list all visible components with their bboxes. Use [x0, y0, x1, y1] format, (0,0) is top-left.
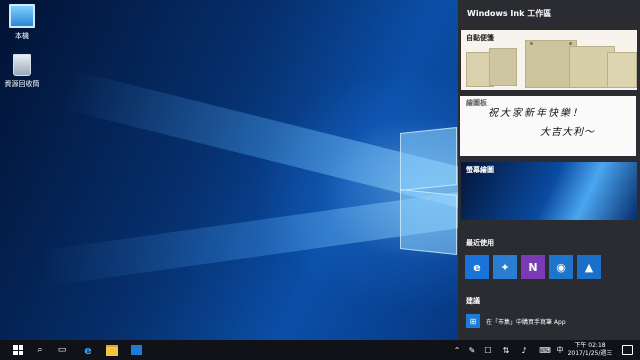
- desktop-icon-label: 資源回收筒: [4, 80, 40, 88]
- camera-icon[interactable]: ◉: [549, 255, 573, 279]
- recent-label: 最近使用: [466, 239, 494, 247]
- sticky-note: [489, 48, 517, 86]
- touch-keyboard-icon[interactable]: ☐: [482, 340, 494, 360]
- store-icon: ⊞: [466, 314, 480, 328]
- computer-icon: [9, 4, 35, 28]
- suggestions-label: 建議: [466, 297, 480, 305]
- onenote-icon[interactable]: N: [521, 255, 545, 279]
- clock-date: 2017/1/25/週三: [567, 350, 613, 357]
- edge-taskbar-icon[interactable]: e: [76, 340, 100, 360]
- network-icon[interactable]: ⇅: [500, 340, 512, 360]
- search-icon[interactable]: ⌕: [28, 340, 52, 360]
- panel-title: Windows Ink 工作區: [467, 9, 552, 18]
- show-hidden-icons-chevron-icon[interactable]: ⌃: [452, 340, 462, 360]
- clock-time: 下午 02:18: [574, 342, 606, 349]
- start-button[interactable]: [6, 340, 30, 360]
- keyboard-icon[interactable]: ⌨: [538, 340, 552, 360]
- taskbar: ⌕ ▭ e ⌃ ✎ ☐ ⇅ ♪ ⌨ 中 下午 02:18 2017/1/25/週…: [0, 340, 640, 360]
- screen-sketch-tile[interactable]: 螢幕繪圖: [461, 162, 637, 220]
- file-explorer-icon[interactable]: [100, 340, 124, 360]
- sketchpad-tile[interactable]: 繪圖板 祝大家新年快樂！ 大吉大利～: [460, 96, 636, 156]
- sketch-handwriting: 大吉大利～: [540, 127, 595, 138]
- task-view-icon[interactable]: ▭: [50, 340, 74, 360]
- suggestion-text: 在「市集」中購買手寫筆 App: [486, 318, 566, 326]
- windows-ink-pen-icon[interactable]: ✎: [466, 340, 478, 360]
- volume-icon[interactable]: ♪: [518, 340, 530, 360]
- clock[interactable]: 下午 02:18 2017/1/25/週三: [565, 342, 615, 358]
- sticky-note: [607, 52, 637, 88]
- store-taskbar-icon[interactable]: [124, 340, 148, 360]
- windows-logo-icon: [13, 345, 23, 355]
- edge-icon[interactable]: e: [465, 255, 489, 279]
- desktop-icon-recycle-bin[interactable]: 資源回收筒: [0, 54, 44, 89]
- sticky-notes-label: 自黏便箋: [466, 34, 494, 42]
- screen-sketch-label: 螢幕繪圖: [466, 166, 494, 174]
- recycle-bin-icon: [13, 54, 31, 76]
- photos-icon[interactable]: ▲: [577, 255, 601, 279]
- sketch-handwriting: 祝大家新年快樂！: [488, 108, 584, 119]
- store-suggestion-link[interactable]: ⊞ 在「市集」中購買手寫筆 App: [466, 314, 566, 328]
- sketchpad-label: 繪圖板: [466, 99, 487, 107]
- desktop-icon-label: 本機: [15, 32, 29, 40]
- action-center-icon[interactable]: [620, 340, 634, 360]
- wallpaper-windows-logo: [380, 120, 460, 260]
- desktop-icon-this-pc[interactable]: 本機: [0, 4, 44, 41]
- ime-indicator[interactable]: 中: [555, 340, 565, 360]
- maps-icon[interactable]: ✦: [493, 255, 517, 279]
- windows-ink-workspace-panel: Windows Ink 工作區 自黏便箋 繪圖板 祝大家新年快樂！ 大吉大利～ …: [458, 0, 640, 340]
